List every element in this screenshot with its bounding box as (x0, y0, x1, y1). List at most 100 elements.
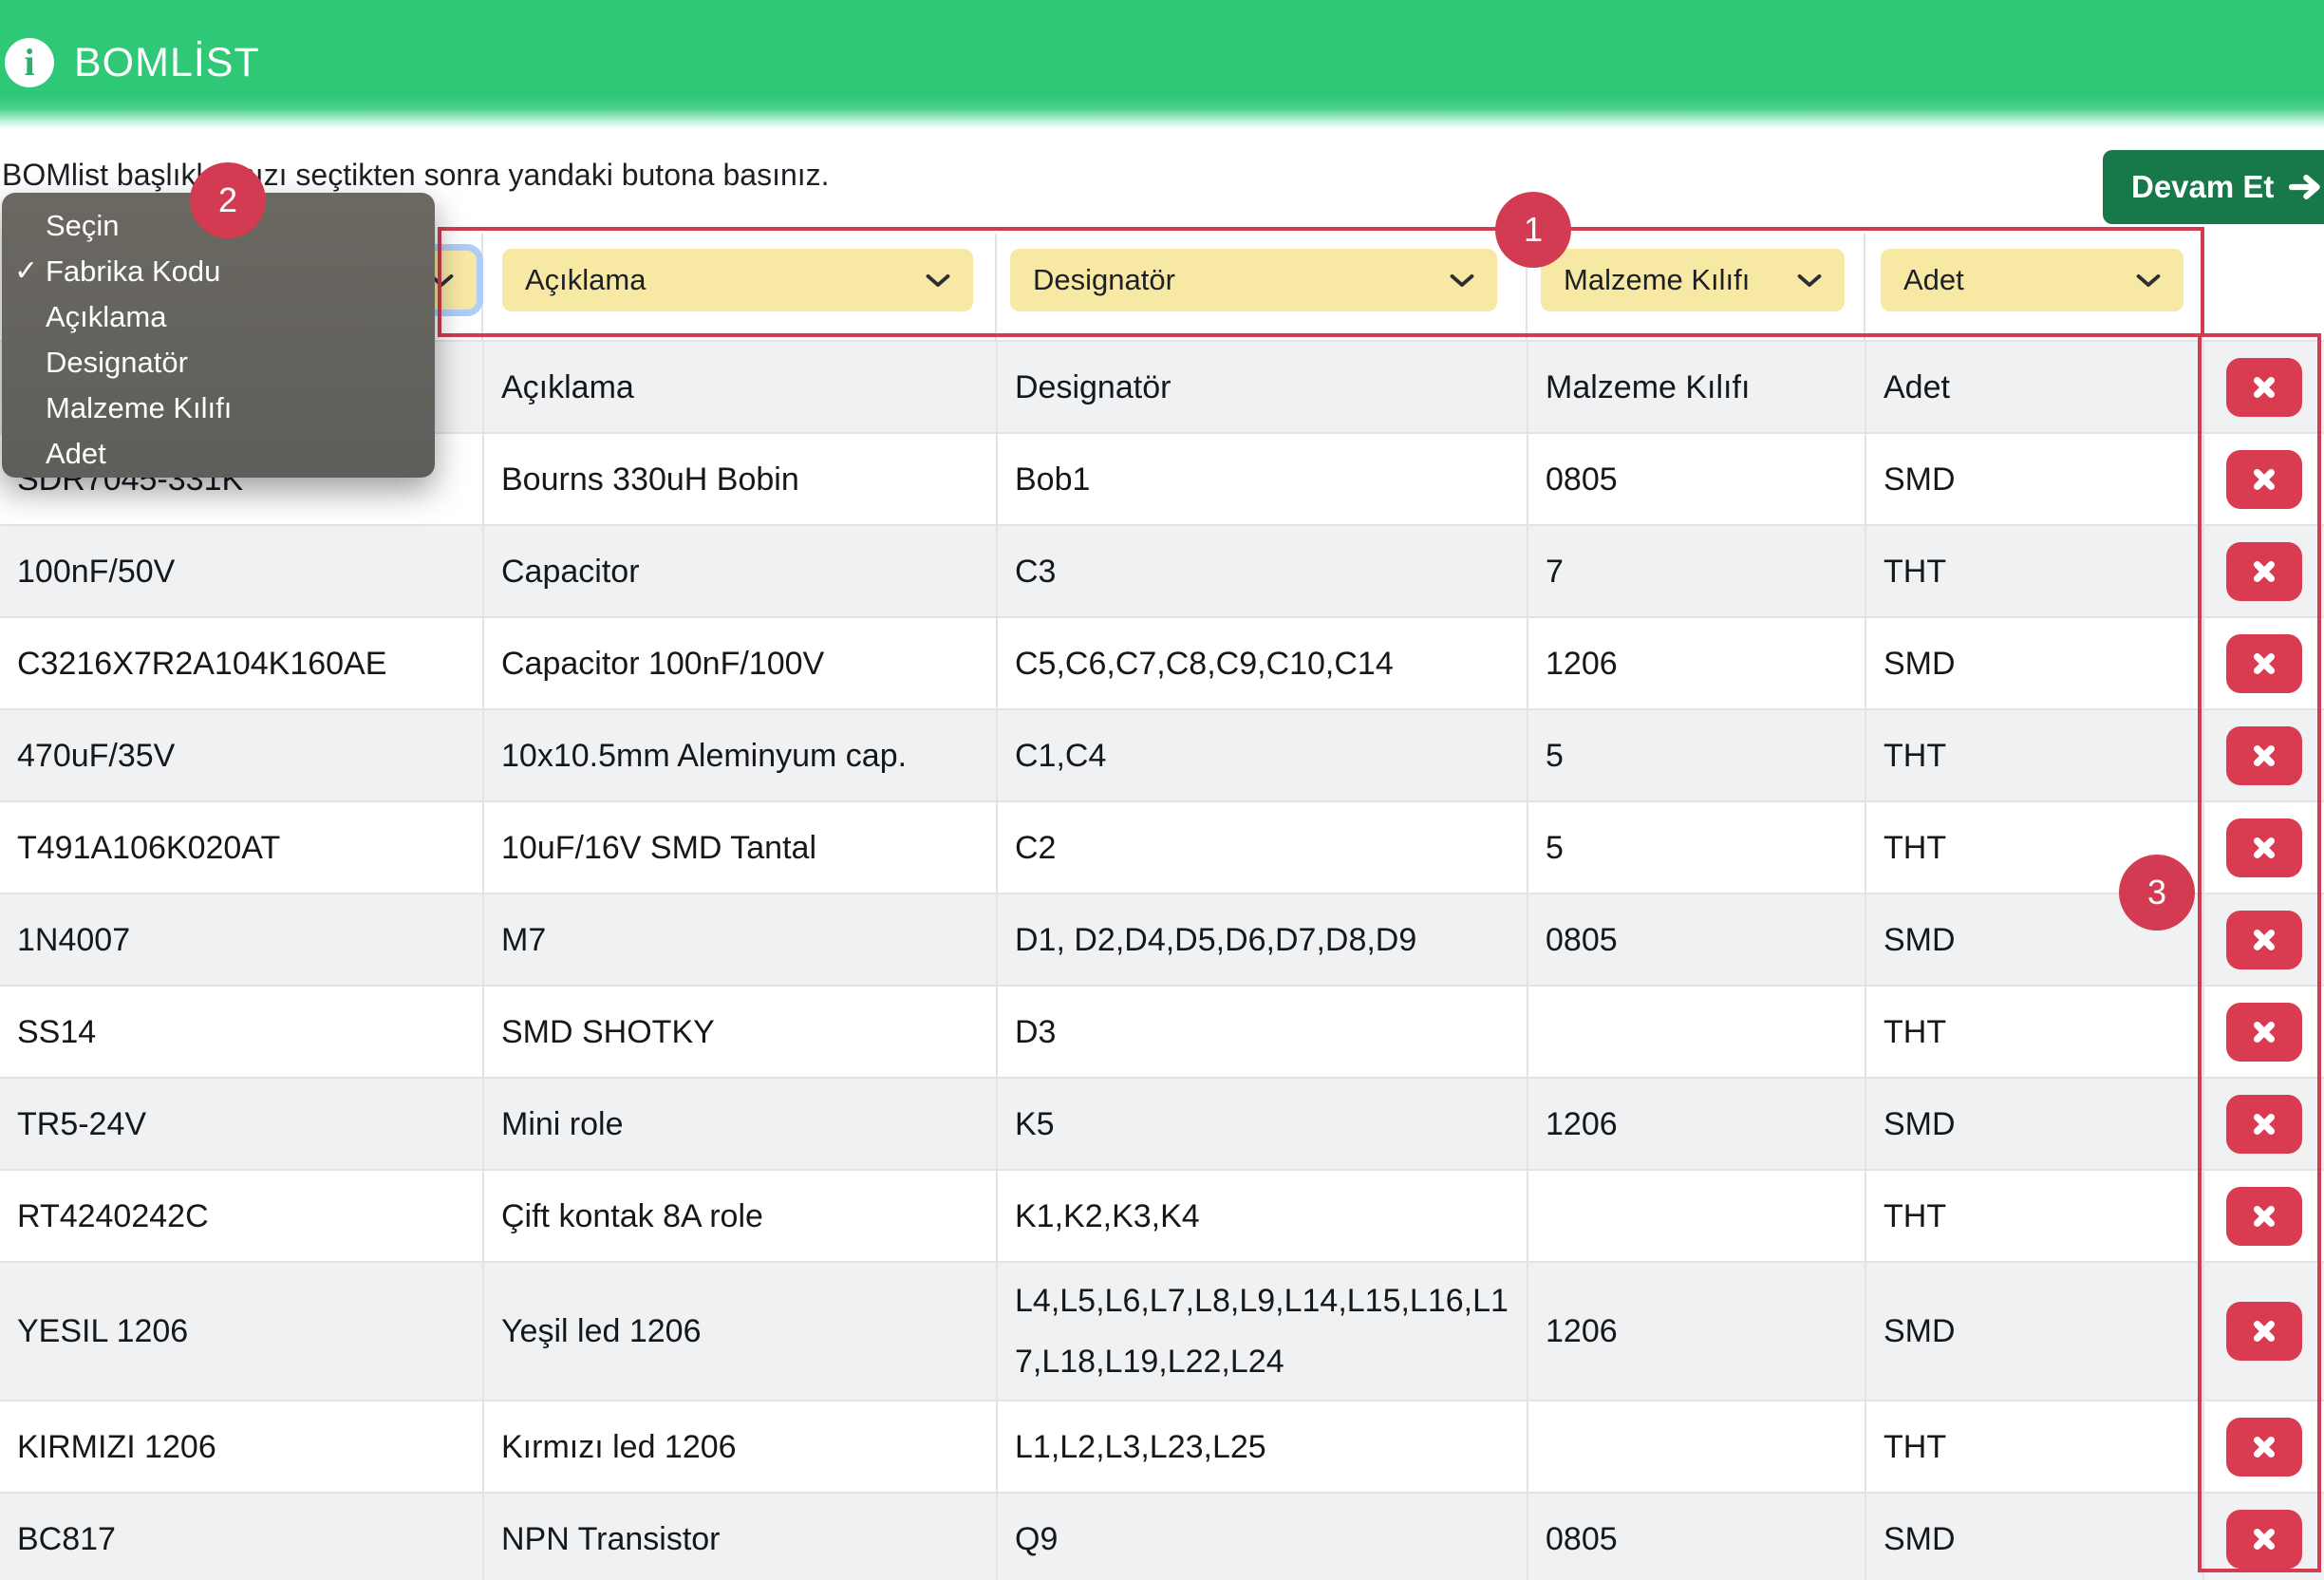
cell-package (1527, 1171, 1865, 1261)
header-delete-cell (2202, 342, 2324, 432)
cell-factory-code: 1N4007 (0, 894, 482, 985)
column-select-description[interactable]: Açıklama (502, 249, 973, 311)
table-row: 470uF/35V 10x10.5mm Aleminyum cap. C1,C4… (0, 710, 2324, 802)
cell-designator: C3 (996, 526, 1527, 616)
cell-package (1527, 987, 1865, 1077)
cell-factory-code: YESIL 1206 (0, 1263, 482, 1400)
table-row: RT4240242C Çift kontak 8A role K1,K2,K3,… (0, 1171, 2324, 1263)
instruction-text: BOMlist başlıklarınızı seçtikten sonra y… (2, 158, 830, 193)
app-header-bar (0, 0, 2324, 129)
cell-quantity: THT (1865, 1401, 2202, 1492)
column-select-package[interactable]: Malzeme Kılıfı (1541, 249, 1845, 311)
cell-delete (2202, 1171, 2324, 1261)
arrow-right-icon (2289, 174, 2321, 200)
delete-row-button[interactable] (2226, 634, 2302, 693)
dropdown-option-fabrika-kodu[interactable]: ✓ Fabrika Kodu (2, 249, 435, 294)
cell-factory-code: T491A106K020AT (0, 802, 482, 893)
cell-delete (2202, 1079, 2324, 1169)
x-icon (2247, 649, 2281, 679)
table-row: 1N4007 M7 D1, D2,D4,D5,D6,D7,D8,D9 0805 … (0, 894, 2324, 987)
cell-quantity: SMD (1865, 1079, 2202, 1169)
cell-description: Çift kontak 8A role (482, 1171, 996, 1261)
delete-row-button[interactable] (2226, 358, 2302, 417)
table-row: TR5-24V Mini role K5 1206 SMD (0, 1079, 2324, 1171)
cell-package: 5 (1527, 802, 1865, 893)
cell-description: 10x10.5mm Aleminyum cap. (482, 710, 996, 800)
chevron-down-icon (2136, 273, 2161, 288)
cell-delete (2202, 1263, 2324, 1400)
x-icon (2247, 1109, 2281, 1139)
annotation-badge-2: 2 (190, 162, 266, 238)
check-icon: ✓ (14, 249, 38, 294)
cell-factory-code: RT4240242C (0, 1171, 482, 1261)
table-row: BC817 NPN Transistor Q9 0805 SMD (0, 1494, 2324, 1580)
x-icon (2247, 372, 2281, 403)
x-icon (2247, 464, 2281, 495)
delete-row-button[interactable] (2226, 1302, 2302, 1361)
delete-row-button[interactable] (2226, 1418, 2302, 1477)
cell-factory-code: BC817 (0, 1494, 482, 1580)
column-select-designator[interactable]: Designatör (1010, 249, 1497, 311)
cell-description: Capacitor (482, 526, 996, 616)
cell-quantity: THT (1865, 1171, 2202, 1261)
cell-quantity: THT (1865, 710, 2202, 800)
cell-delete (2202, 526, 2324, 616)
dropdown-option-aciklama[interactable]: ✓ Açıklama (2, 294, 435, 340)
x-icon (2247, 1201, 2281, 1232)
cell-package: 5 (1527, 710, 1865, 800)
cell-delete (2202, 802, 2324, 893)
cell-quantity: SMD (1865, 618, 2202, 708)
cell-delete (2202, 710, 2324, 800)
cell-factory-code: KIRMIZI 1206 (0, 1401, 482, 1492)
cell-designator: L1,L2,L3,L23,L25 (996, 1401, 1527, 1492)
cell-designator: D1, D2,D4,D5,D6,D7,D8,D9 (996, 894, 1527, 985)
table-row: 100nF/50V Capacitor C3 7 THT (0, 526, 2324, 618)
cell-description: Yeşil led 1206 (482, 1263, 996, 1400)
dropdown-option-malzeme-kilifi[interactable]: ✓ Malzeme Kılıfı (2, 386, 435, 431)
cell-designator: C5,C6,C7,C8,C9,C10,C14 (996, 618, 1527, 708)
cell-delete (2202, 987, 2324, 1077)
continue-button[interactable]: Devam Et (2103, 150, 2324, 224)
info-circle-icon: i (5, 38, 54, 87)
delete-row-button[interactable] (2226, 1095, 2302, 1154)
delete-row-button[interactable] (2226, 818, 2302, 877)
cell-delete (2202, 434, 2324, 524)
delete-row-button[interactable] (2226, 1187, 2302, 1246)
cell-description: SMD SHOTKY (482, 987, 996, 1077)
cell-description: Bourns 330uH Bobin (482, 434, 996, 524)
table-body: SDR7045-331K Bourns 330uH Bobin Bob1 080… (0, 434, 2324, 1580)
delete-row-button[interactable] (2226, 450, 2302, 509)
delete-row-button[interactable] (2226, 911, 2302, 969)
header-package: Malzeme Kılıfı (1527, 342, 1865, 432)
cell-package (1527, 1401, 1865, 1492)
filter-column-divider (1864, 234, 1865, 340)
dropdown-option-designator[interactable]: ✓ Designatör (2, 340, 435, 386)
continue-button-label: Devam Et (2131, 169, 2274, 205)
table-row: SS14 SMD SHOTKY D3 THT (0, 987, 2324, 1079)
delete-row-button[interactable] (2226, 1510, 2302, 1569)
cell-designator: D3 (996, 987, 1527, 1077)
chevron-down-icon (1450, 273, 1474, 288)
x-icon (2247, 1432, 2281, 1462)
delete-row-button[interactable] (2226, 1003, 2302, 1062)
cell-factory-code: 470uF/35V (0, 710, 482, 800)
cell-quantity: THT (1865, 987, 2202, 1077)
x-icon (2247, 925, 2281, 955)
cell-designator: L4,L5,L6,L7,L8,L9,L14,L15,L16,L17,L18,L1… (996, 1263, 1527, 1400)
x-icon (2247, 1316, 2281, 1346)
header-designator: Designatör (996, 342, 1527, 432)
dropdown-option-adet[interactable]: ✓ Adet (2, 431, 435, 477)
cell-factory-code: TR5-24V (0, 1079, 482, 1169)
cell-quantity: SMD (1865, 1494, 2202, 1580)
cell-quantity: THT (1865, 526, 2202, 616)
delete-row-button[interactable] (2226, 542, 2302, 601)
cell-designator: Q9 (996, 1494, 1527, 1580)
cell-description: M7 (482, 894, 996, 985)
chevron-down-icon (926, 273, 950, 288)
chevron-down-icon (1797, 273, 1822, 288)
table-row: YESIL 1206 Yeşil led 1206 L4,L5,L6,L7,L8… (0, 1263, 2324, 1401)
table-row: T491A106K020AT 10uF/16V SMD Tantal C2 5 … (0, 802, 2324, 894)
bom-table: Açıklama Designatör Malzeme Kılıfı Adet … (0, 340, 2324, 1580)
delete-row-button[interactable] (2226, 726, 2302, 785)
column-select-quantity[interactable]: Adet (1881, 249, 2183, 311)
